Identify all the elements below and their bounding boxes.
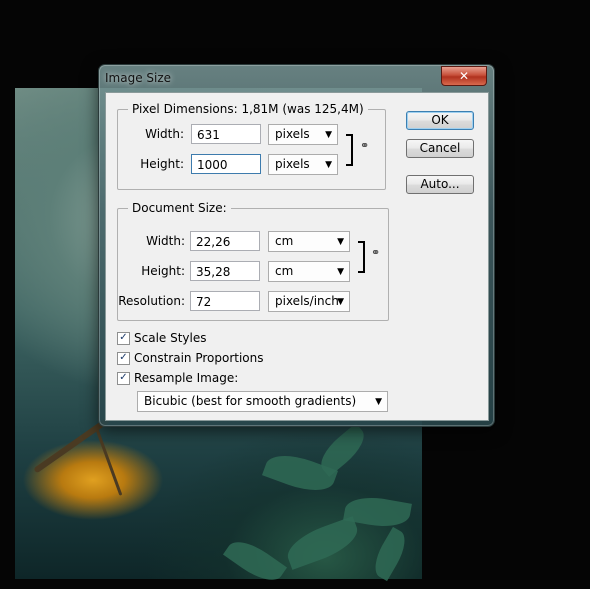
chain-link-icon: ⚭ [371, 246, 381, 259]
leaf [313, 423, 372, 477]
close-icon: ✕ [458, 69, 470, 83]
resolution-unit-value: pixels/inch [275, 294, 339, 308]
cancel-button[interactable]: Cancel [406, 139, 474, 158]
document-width-unit-select[interactable]: cm ▼ [268, 231, 350, 252]
document-height-input[interactable]: 35,28 [190, 261, 260, 281]
twig [33, 416, 111, 474]
chevron-down-icon: ▼ [375, 397, 382, 407]
pixel-height-unit-value: pixels [275, 157, 310, 171]
pixel-height-label: Height: [140, 157, 184, 171]
document-height-label: Height: [141, 264, 185, 278]
resample-image-label: Resample Image: [134, 371, 239, 385]
pixel-width-label: Width: [145, 127, 184, 141]
resolution-unit-select[interactable]: pixels/inch ▼ [268, 291, 350, 312]
chevron-down-icon: ▼ [325, 130, 332, 140]
scale-styles-checkbox-row[interactable]: ✓ Scale Styles [117, 331, 207, 345]
document-width-label: Width: [146, 234, 185, 248]
resample-method-value: Bicubic (best for smooth gradients) [144, 394, 357, 408]
chevron-down-icon: ▼ [337, 267, 344, 277]
resolution-label: Resolution: [118, 294, 185, 308]
chevron-down-icon: ▼ [325, 160, 332, 170]
resample-image-checkbox[interactable]: ✓ [117, 371, 130, 385]
pixel-height-unit-select[interactable]: pixels ▼ [268, 154, 338, 175]
chevron-down-icon: ▼ [337, 237, 344, 247]
document-link-bracket [358, 241, 365, 273]
dialog-client-area: Pixel Dimensions: 1,81M (was 125,4M) Wid… [105, 92, 489, 421]
constrain-proportions-checkbox-row[interactable]: ✓ Constrain Proportions [117, 351, 264, 365]
pixel-width-unit-select[interactable]: pixels ▼ [268, 124, 338, 145]
leaf [222, 533, 288, 589]
document-width-input[interactable]: 22,26 [190, 231, 260, 251]
twig [95, 428, 123, 496]
ok-button[interactable]: OK [406, 111, 474, 130]
leaf [367, 526, 413, 582]
resample-image-checkbox-row[interactable]: ✓ Resample Image: [117, 371, 238, 385]
image-size-dialog: Image Size ✕ Pixel Dimensions: 1,81M (wa… [98, 64, 495, 427]
scale-styles-label: Scale Styles [134, 331, 207, 345]
resample-method-select[interactable]: Bicubic (best for smooth gradients) ▼ [137, 391, 388, 412]
auto-button[interactable]: Auto... [406, 175, 474, 194]
chain-link-icon: ⚭ [360, 139, 370, 152]
chevron-down-icon: ▼ [337, 297, 344, 307]
leaf [282, 516, 363, 570]
constrain-link-bracket [346, 134, 353, 166]
pixel-width-input[interactable]: 631 [191, 124, 261, 144]
pixel-height-input[interactable]: 1000 [191, 154, 261, 174]
scale-styles-checkbox[interactable]: ✓ [117, 331, 130, 345]
document-height-unit-value: cm [275, 264, 294, 278]
constrain-proportions-checkbox[interactable]: ✓ [117, 351, 130, 365]
document-size-legend: Document Size: [128, 201, 231, 215]
document-width-unit-value: cm [275, 234, 294, 248]
document-height-unit-select[interactable]: cm ▼ [268, 261, 350, 282]
pixel-dimensions-legend: Pixel Dimensions: 1,81M (was 125,4M) [128, 102, 368, 116]
dialog-title: Image Size [105, 71, 172, 85]
document-size-group: Document Size: Width: 22,26 cm ▼ Height:… [117, 201, 389, 321]
close-button[interactable]: ✕ [441, 66, 487, 86]
resolution-input[interactable]: 72 [190, 291, 260, 311]
pixel-dimensions-group: Pixel Dimensions: 1,81M (was 125,4M) Wid… [117, 102, 386, 190]
constrain-proportions-label: Constrain Proportions [134, 351, 264, 365]
pixel-width-unit-value: pixels [275, 127, 310, 141]
